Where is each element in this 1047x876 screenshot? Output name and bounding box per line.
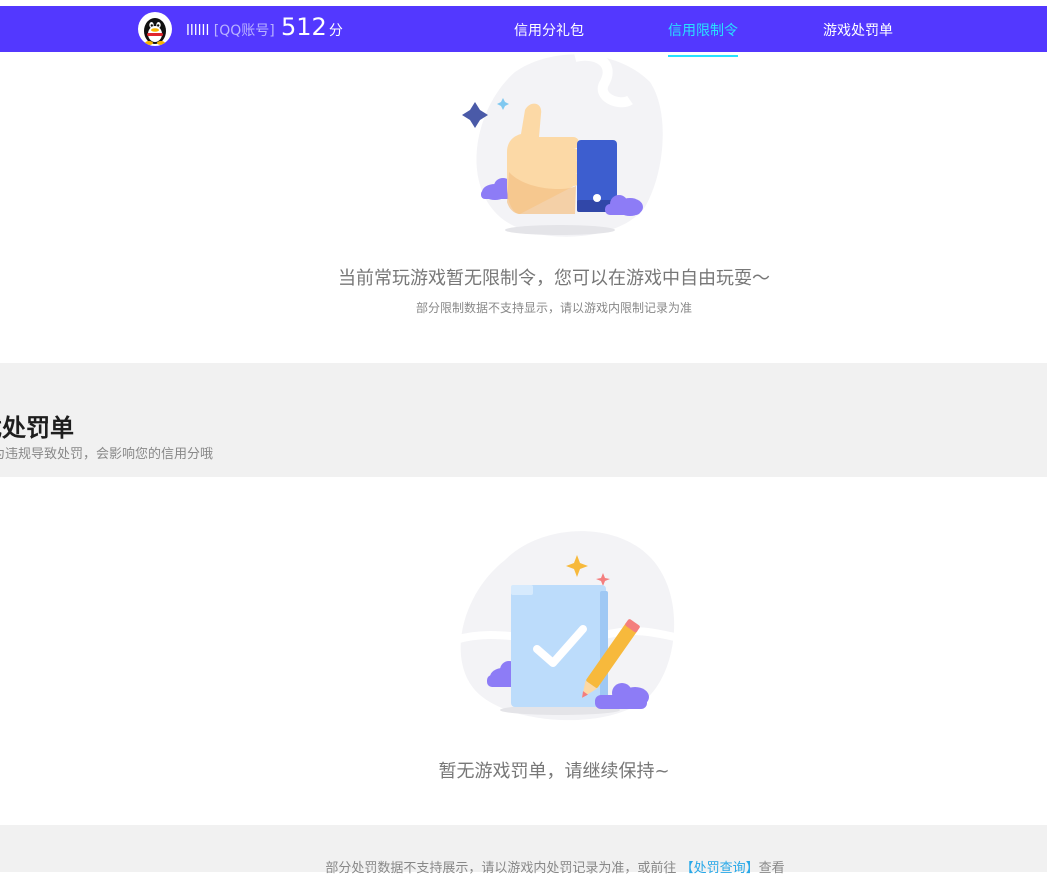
active-tab-indicator xyxy=(668,55,738,57)
account-label: llllll [QQ账号] xyxy=(186,20,275,40)
restriction-note: 部分限制数据不支持显示，请以游戏内限制记录为准 xyxy=(415,301,692,315)
credit-score: 512 分 xyxy=(281,13,343,41)
qq-penguin-icon xyxy=(144,18,166,45)
thumbs-up-illustration xyxy=(455,50,665,247)
section-subtitle: 为违规导致处罚，会影响您的信用分哦 xyxy=(0,447,214,462)
tab-game-penalty[interactable]: 游戏处罚单 xyxy=(823,20,893,40)
tab-credit-restriction[interactable]: 信用限制令 xyxy=(668,20,738,40)
score-value: 512 xyxy=(281,13,327,41)
top-nav-bar: llllll [QQ账号] 512 分 信用分礼包 信用限制令 游戏处罚单 xyxy=(0,6,1047,57)
restriction-empty-message: 当前常玩游戏暂无限制令，您可以在游戏中自由玩耍～ xyxy=(338,268,770,289)
avatar[interactable] xyxy=(138,12,172,46)
penalty-footer-note: 部分处罚数据不支持展示，请以游戏内处罚记录为准，或前往 【处罚查询】查看 xyxy=(0,857,1047,876)
footer-note-prefix: 部分处罚数据不支持展示，请以游戏内处罚记录为准，或前往 xyxy=(325,861,677,876)
section-title: 戏处罚单 xyxy=(0,414,74,442)
score-unit: 分 xyxy=(328,23,343,39)
account-type: [QQ账号] xyxy=(213,23,275,39)
thumbs-up-icon xyxy=(462,50,663,237)
penalty-query-link[interactable]: 【处罚查询】 xyxy=(681,861,759,876)
penalty-empty-message: 暂无游戏罚单，请继续保持~ xyxy=(438,761,670,782)
account-name: llllll xyxy=(186,23,210,39)
tab-credit-gift[interactable]: 信用分礼包 xyxy=(514,20,584,40)
clipboard-illustration xyxy=(445,525,680,725)
footer-note-suffix: 查看 xyxy=(758,861,785,876)
clipboard-check-icon xyxy=(453,531,676,721)
